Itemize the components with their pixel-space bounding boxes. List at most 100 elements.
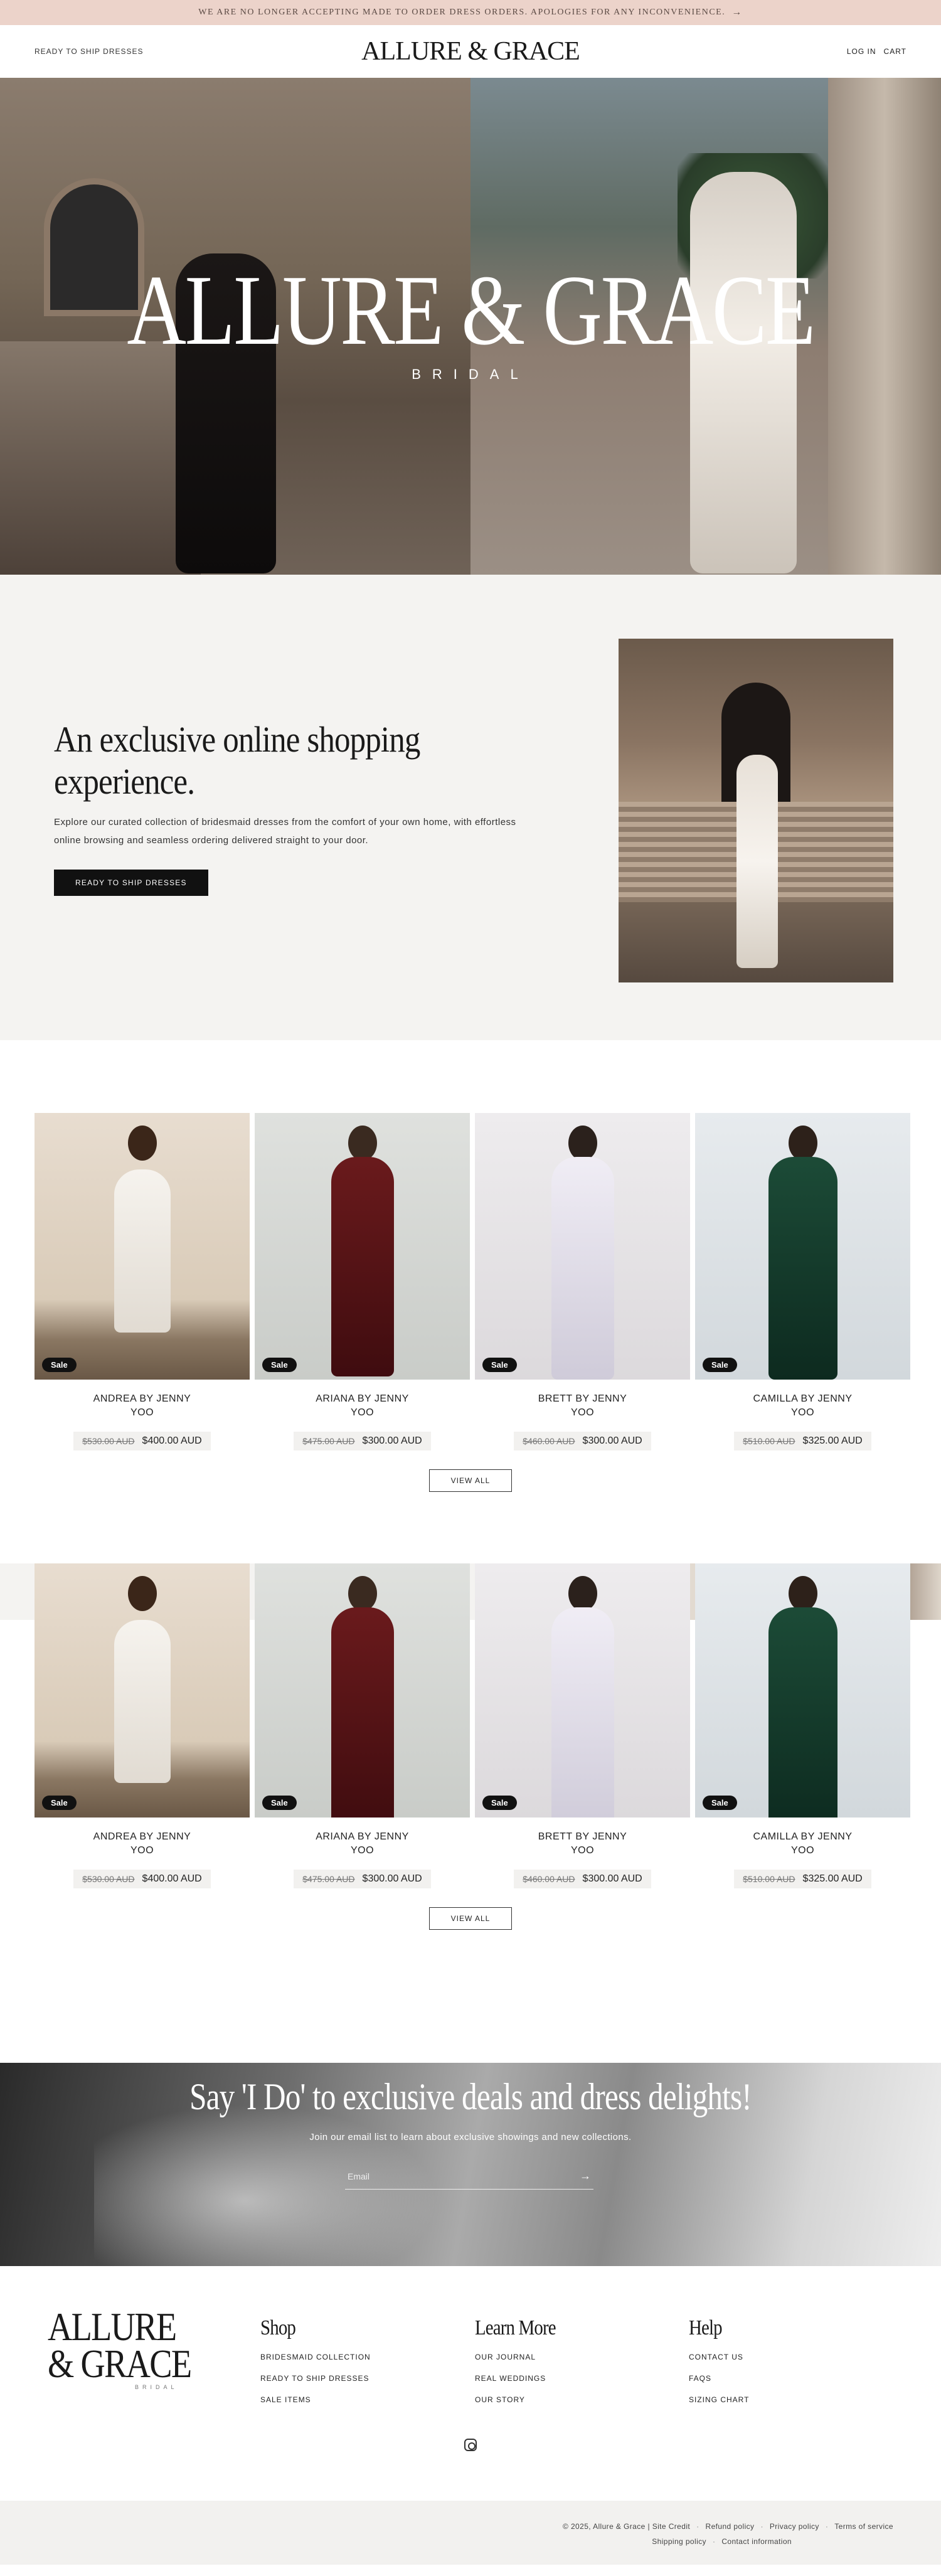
email-input[interactable]	[348, 2171, 561, 2181]
sale-badge: Sale	[482, 1358, 517, 1372]
terms-link[interactable]: Terms of service	[834, 2522, 893, 2531]
footer-link[interactable]: SIZING CHART	[689, 2395, 749, 2404]
footer-link[interactable]: OUR STORY	[475, 2395, 570, 2404]
footer-link[interactable]: REAL WEDDINGS	[475, 2374, 570, 2383]
product-image[interactable]: Sale	[35, 1113, 250, 1380]
model-head	[348, 1126, 377, 1161]
site-logo[interactable]: ALLURE & GRACE	[361, 36, 580, 67]
compare-price: $530.00 AUD	[82, 1435, 135, 1446]
product-grid: Sale ANDREA BY JENNY YOO $530.00 AUD $40…	[0, 1113, 941, 1450]
product-card[interactable]: Sale BRETT BY JENNY YOO $460.00 AUD $300…	[475, 1113, 690, 1450]
cart-link[interactable]: CART	[884, 47, 906, 56]
footer-logo-line2: & GRACE	[48, 2341, 192, 2386]
product-image[interactable]: Sale	[255, 1563, 470, 1818]
product-name-line1: ANDREA BY JENNY	[93, 1393, 191, 1404]
view-all-button[interactable]: VIEW ALL	[429, 1469, 512, 1492]
product-name-line2: YOO	[350, 1407, 375, 1418]
sale-badge: Sale	[262, 1358, 297, 1372]
product-name[interactable]: BRETT BY JENNY YOO	[475, 1830, 690, 1858]
dress-burgundy	[331, 1157, 394, 1376]
model-head	[127, 1576, 157, 1611]
product-card[interactable]: Sale ARIANA BY JENNY YOO $475.00 AUD $30…	[255, 1113, 470, 1450]
submit-arrow-icon[interactable]: →	[580, 2169, 591, 2183]
dress-white	[114, 1169, 171, 1333]
product-card[interactable]: Sale ARIANA BY JENNY YOO $475.00 AUD $30…	[255, 1563, 470, 1888]
product-name[interactable]: ARIANA BY JENNY YOO	[255, 1392, 470, 1420]
intro-heading-line1: An exclusive online shopping	[54, 719, 420, 760]
compare-price: $510.00 AUD	[743, 1435, 795, 1446]
product-card[interactable]: Sale CAMILLA BY JENNY YOO $510.00 AUD $3…	[695, 1113, 910, 1450]
shipping-policy-link[interactable]: Shipping policy	[652, 2537, 706, 2546]
product-card[interactable]: Sale ANDREA BY JENNY YOO $530.00 AUD $40…	[35, 1563, 250, 1888]
compare-price: $530.00 AUD	[82, 1873, 135, 1884]
hero-title: ALLURE & GRACE	[127, 254, 816, 366]
privacy-policy-link[interactable]: Privacy policy	[770, 2522, 819, 2531]
product-name-line1: CAMILLA BY JENNY	[753, 1393, 853, 1404]
dress-emerald	[768, 1607, 837, 1818]
nav-ready-to-ship[interactable]: READY TO SHIP DRESSES	[35, 47, 144, 56]
separator: ·	[760, 2522, 763, 2531]
product-grid: Sale ANDREA BY JENNY YOO $530.00 AUD $40…	[0, 1563, 941, 1888]
contact-info-link[interactable]: Contact information	[721, 2537, 792, 2546]
newsletter-heading: Say 'I Do' to exclusive deals and dress …	[189, 2076, 752, 2117]
product-price: $475.00 AUD $300.00 AUD	[294, 1869, 431, 1888]
policy-links-row2: Shipping policy · Contact information	[652, 2537, 792, 2546]
footer-link[interactable]: BRIDESMAID COLLECTION	[260, 2353, 371, 2361]
sale-badge: Sale	[42, 1358, 77, 1372]
footer-heading-shop: Shop	[260, 2316, 296, 2339]
footer-link[interactable]: OUR JOURNAL	[475, 2353, 570, 2361]
model-head	[788, 1126, 817, 1161]
product-name-line1: CAMILLA BY JENNY	[753, 1831, 853, 1842]
compare-price: $510.00 AUD	[743, 1873, 795, 1884]
instagram-icon[interactable]	[464, 2439, 477, 2451]
dress-lavender	[551, 1607, 614, 1818]
sale-badge: Sale	[703, 1358, 737, 1372]
intro-body: Explore our curated collection of brides…	[54, 817, 516, 846]
product-section-2: Sale ANDREA BY JENNY YOO $530.00 AUD $40…	[0, 1563, 941, 2063]
product-price: $510.00 AUD $325.00 AUD	[734, 1431, 871, 1450]
login-link[interactable]: LOG IN	[847, 47, 876, 56]
product-image[interactable]: Sale	[255, 1113, 470, 1380]
product-card[interactable]: Sale ANDREA BY JENNY YOO $530.00 AUD $40…	[35, 1113, 250, 1450]
footer-link[interactable]: SALE ITEMS	[260, 2395, 371, 2404]
arrow-right-icon[interactable]: →	[731, 7, 743, 18]
copyright[interactable]: © 2025, Allure & Grace | Site Credit	[563, 2522, 690, 2531]
hero-subtitle: BRIDAL	[412, 366, 529, 382]
product-name[interactable]: CAMILLA BY JENNY YOO	[695, 1830, 910, 1858]
view-all-button[interactable]: VIEW ALL	[429, 1907, 512, 1930]
intro-heading-line2: experience.	[54, 760, 195, 802]
refund-policy-link[interactable]: Refund policy	[706, 2522, 755, 2531]
ready-to-ship-button[interactable]: READY TO SHIP DRESSES	[54, 870, 208, 897]
footer-link[interactable]: CONTACT US	[689, 2353, 749, 2361]
intro-section: An exclusive online shopping experience.…	[0, 575, 941, 1040]
product-name[interactable]: ARIANA BY JENNY YOO	[255, 1830, 470, 1858]
product-name[interactable]: BRETT BY JENNY YOO	[475, 1392, 690, 1420]
product-name[interactable]: CAMILLA BY JENNY YOO	[695, 1392, 910, 1420]
hero-banner: ALLURE & GRACE BRIDAL	[0, 78, 941, 575]
sale-price: $400.00 AUD	[142, 1873, 202, 1884]
product-name[interactable]: ANDREA BY JENNY YOO	[35, 1392, 250, 1420]
email-field: →	[345, 2163, 593, 2190]
product-price: $475.00 AUD $300.00 AUD	[294, 1431, 431, 1450]
model-head	[568, 1576, 597, 1611]
product-image[interactable]: Sale	[475, 1113, 690, 1380]
product-name-line1: BRETT BY JENNY	[538, 1393, 627, 1404]
footer-logo[interactable]: ALLURE & GRACE	[48, 2307, 192, 2386]
announcement-bar[interactable]: WE ARE NO LONGER ACCEPTING MADE TO ORDER…	[0, 0, 941, 25]
footer-link[interactable]: READY TO SHIP DRESSES	[260, 2374, 371, 2383]
separator: ·	[825, 2522, 829, 2531]
product-image[interactable]: Sale	[695, 1563, 910, 1818]
product-name-line2: YOO	[790, 1407, 815, 1418]
product-image[interactable]: Sale	[695, 1113, 910, 1380]
intro-text-block: An exclusive online shopping experience.…	[54, 719, 531, 897]
sub-footer: © 2025, Allure & Grace | Site Credit · R…	[0, 2501, 941, 2565]
footer-link[interactable]: FAQS	[689, 2374, 749, 2383]
product-name[interactable]: ANDREA BY JENNY YOO	[35, 1830, 250, 1858]
product-name-line1: BRETT BY JENNY	[538, 1831, 627, 1842]
product-card[interactable]: Sale CAMILLA BY JENNY YOO $510.00 AUD $3…	[695, 1563, 910, 1888]
sale-badge: Sale	[42, 1796, 77, 1810]
product-price: $530.00 AUD $400.00 AUD	[73, 1869, 211, 1888]
product-card[interactable]: Sale BRETT BY JENNY YOO $460.00 AUD $300…	[475, 1563, 690, 1888]
product-image[interactable]: Sale	[475, 1563, 690, 1818]
product-image[interactable]: Sale	[35, 1563, 250, 1818]
